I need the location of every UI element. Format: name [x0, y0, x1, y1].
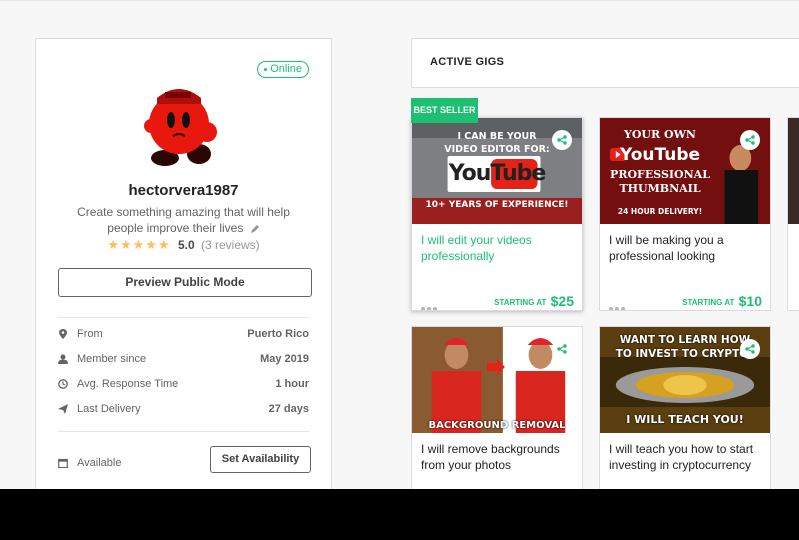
- gig-title[interactable]: I will edit your videos professionally: [421, 232, 574, 264]
- rating-score: 5.0: [177, 238, 195, 252]
- gig-card[interactable]: YOUR OWN YouTube PROFESSIONAL THUMBNAIL …: [599, 117, 771, 311]
- gig-title[interactable]: I will remove backgrounds from your phot…: [421, 441, 574, 473]
- gig-card[interactable]: BACKGROUND REMOVAL I will remove backgro…: [411, 326, 583, 496]
- share-icon: [557, 135, 567, 145]
- tab-active-gigs[interactable]: ACTIVE GIGS: [430, 56, 504, 68]
- gig-price: STARTING AT $25: [494, 293, 574, 309]
- gig-price: STARTING AT $10: [682, 293, 762, 309]
- clock-icon: [58, 379, 68, 389]
- share-button[interactable]: [552, 339, 572, 359]
- best-seller-badge: BEST SELLER: [411, 98, 478, 123]
- gig-card-partial[interactable]: [787, 117, 799, 311]
- online-status-badge: Online: [257, 61, 309, 78]
- gig-title[interactable]: I will be making you a professional look…: [609, 232, 762, 264]
- send-icon: [58, 404, 68, 414]
- stat-response-time: Avg. Response Time 1 hour: [58, 376, 309, 394]
- seller-profile-card: Online hectorvera1987 Create something a…: [35, 38, 332, 493]
- divider: [58, 317, 309, 318]
- preview-public-mode-button[interactable]: Preview Public Mode: [58, 268, 312, 297]
- active-gigs-header: ACTIVE GIGS: [411, 38, 799, 88]
- divider: [58, 431, 309, 432]
- avatar[interactable]: [143, 82, 223, 166]
- bottom-black-bar: [0, 489, 799, 540]
- share-icon: [745, 135, 755, 145]
- stat-from: From Puerto Rico: [58, 326, 309, 344]
- share-icon: [745, 344, 755, 354]
- stat-member-since: Member since May 2019: [58, 351, 309, 369]
- share-icon: [557, 344, 567, 354]
- username: hectorvera1987: [128, 182, 239, 199]
- calendar-icon: [58, 458, 68, 468]
- location-pin-icon: [59, 329, 67, 339]
- edit-pencil-icon[interactable]: [250, 224, 260, 234]
- more-options-icon[interactable]: [421, 298, 439, 310]
- gig-title[interactable]: I will teach you how to start investing …: [609, 441, 762, 473]
- user-icon: [58, 354, 68, 364]
- share-button[interactable]: [740, 339, 760, 359]
- rating-review-count: (3 reviews): [200, 238, 260, 252]
- share-button[interactable]: [552, 130, 572, 150]
- top-divider: [0, 0, 799, 1]
- gig-card[interactable]: WANT TO LEARN HOW TO INVEST TO CRYPTO? I…: [599, 326, 771, 496]
- rating-stars-icon: ★★★★★: [107, 237, 171, 252]
- more-options-icon[interactable]: [609, 298, 627, 310]
- rating: ★★★★★ 5.0 (3 reviews): [36, 237, 331, 253]
- profile-tagline: Create something amazing that will help …: [77, 205, 290, 235]
- set-availability-button[interactable]: Set Availability: [210, 446, 311, 473]
- share-button[interactable]: [740, 130, 760, 150]
- gig-card[interactable]: I CAN BE YOUR VIDEO EDITOR FOR: YouTube …: [411, 117, 583, 311]
- stat-last-delivery: Last Delivery 27 days: [58, 401, 309, 419]
